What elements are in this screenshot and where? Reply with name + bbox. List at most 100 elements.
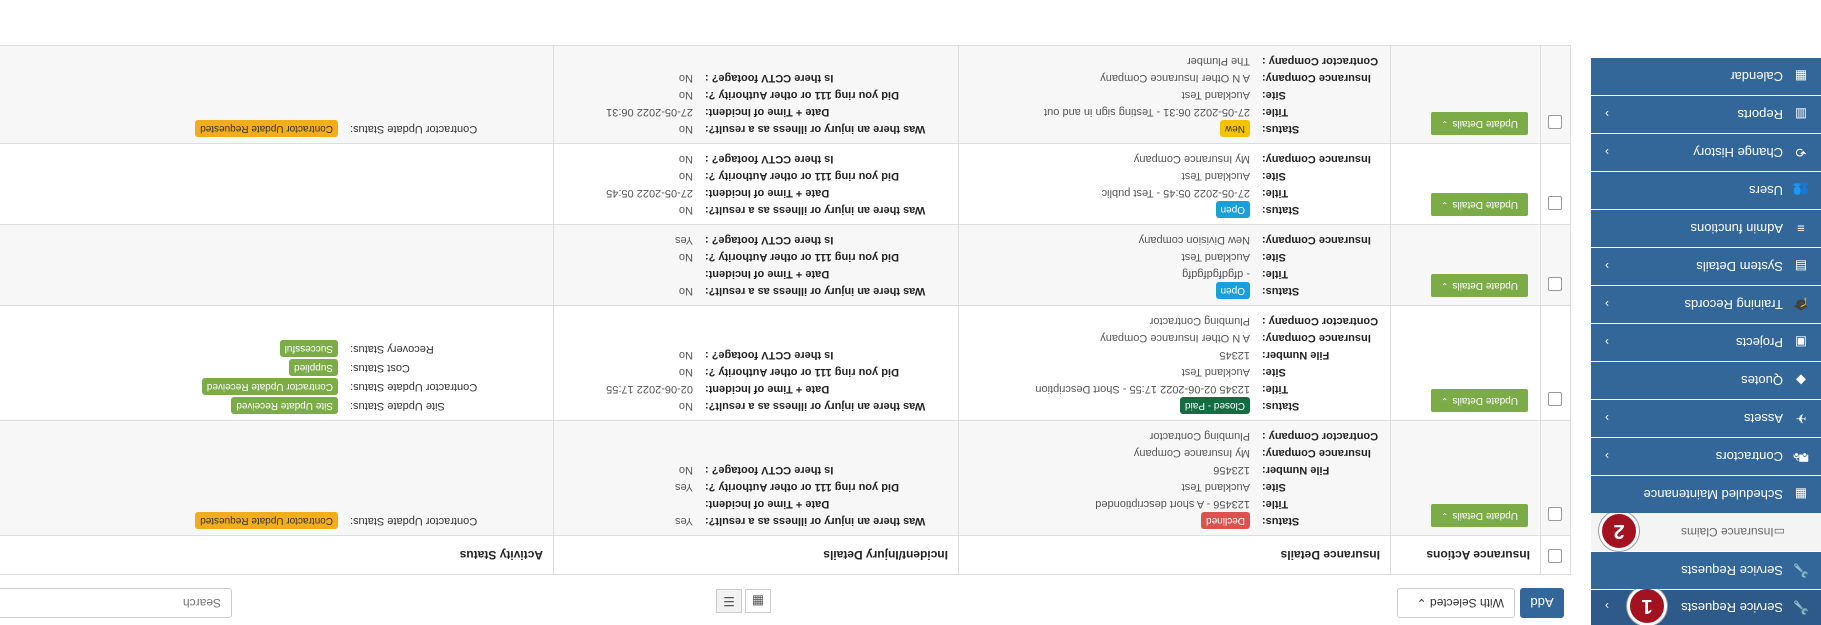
tag-icon: ◆ <box>1796 373 1806 389</box>
status-label: Status: <box>1262 515 1300 527</box>
update-details-label: Update Details <box>1452 510 1518 521</box>
sidebar-item-training-records[interactable]: 🎓 Training Records › <box>1591 285 1821 323</box>
chevron-right-icon[interactable]: › <box>1605 587 1609 625</box>
sidebar-item-reports[interactable]: ▥ Reports › <box>1591 95 1821 133</box>
with-selected-dropdown[interactable]: With Selected ⌄ <box>1397 588 1515 618</box>
chevron-right-icon[interactable]: › <box>1605 323 1609 361</box>
wrench-icon: 🔧 <box>1792 563 1810 579</box>
update-details-button[interactable]: Update Details⌄ <box>1430 389 1528 412</box>
activity-status: Contractor Update Status: Contractor Upda… <box>0 112 553 143</box>
incident-label: Was there an injury or illness as a resu… <box>705 285 926 297</box>
sidebar-item-service-requests[interactable]: 🔧 Service Requests <box>1591 551 1821 589</box>
search-field[interactable]: ⌄ <box>0 588 232 618</box>
sidebar-item-projects[interactable]: ▣ Projects › <box>1591 323 1821 361</box>
incident-value: No <box>678 204 693 216</box>
step-marker-badge: 2 <box>1599 511 1639 551</box>
activity-label: Site Update Status: <box>350 400 445 412</box>
history-icon: ⟲ <box>1795 145 1807 161</box>
document-icon: ▭ <box>1773 525 1785 539</box>
sidebar-item-label: Admin functions <box>1690 221 1784 236</box>
detail-label: Contractor Company : <box>1262 430 1379 442</box>
table-row[interactable]: Update Details⌄ Status: Open Title: 27-05-20… <box>0 143 1571 225</box>
chevron-right-icon[interactable]: › <box>1605 247 1609 285</box>
row-checkbox[interactable] <box>1548 507 1563 521</box>
sidebar-item-insurance-claims[interactable]: ▭ Insurance Claims 2 <box>1591 511 1821 551</box>
activity-label: Recovery Status: <box>350 343 434 355</box>
app-screen: 🔧 Service Requests › 1 🔧 Service Requests ▭ Ins… <box>0 0 1821 625</box>
select-all-checkbox[interactable] <box>1548 549 1563 564</box>
chevron-down-icon: ⌄ <box>1440 281 1449 291</box>
incident-value: No <box>678 153 693 165</box>
table-row[interactable]: Update Details⌄ Status: New Title: 27-05-202… <box>0 45 1571 144</box>
update-details-button[interactable]: Update Details⌄ <box>1430 193 1528 216</box>
status-badge: Closed - Paid <box>1179 397 1250 414</box>
detail-label: Site: <box>1262 170 1286 182</box>
add-button[interactable]: Add <box>1520 588 1564 618</box>
chevron-right-icon[interactable]: › <box>1605 285 1609 323</box>
row-checkbox[interactable] <box>1548 392 1563 406</box>
table-row[interactable]: Update Details⌄ Status: Open Title: - dfgdfg… <box>0 224 1571 306</box>
chevron-right-icon[interactable]: › <box>1605 133 1609 171</box>
wrench-icon: 🔧 <box>1792 600 1810 616</box>
update-details-button[interactable]: Update Details⌄ <box>1430 504 1528 527</box>
table-row[interactable]: Update Details⌄ Status: Declined Title: 1234… <box>0 420 1571 536</box>
incident-label: Did you ring 111 or other Authority ?: <box>705 366 899 378</box>
incident-label: Date + Time of Incident: <box>705 106 830 118</box>
detail-value: 27-05-2022 05:45 - Test public <box>1101 187 1250 199</box>
incident-label: Is there CCTV footage? : <box>705 464 834 476</box>
select-all-cell[interactable] <box>1540 535 1571 575</box>
plane-icon: ✈ <box>1795 411 1807 427</box>
status-label: Status: <box>1262 123 1300 135</box>
sidebar-item-service-requests[interactable]: 🔧 Service Requests › 1 <box>1591 586 1821 625</box>
detail-value: 12345 <box>1219 349 1250 361</box>
incident-value: No <box>678 349 693 361</box>
incident-value: No <box>678 170 693 182</box>
chevron-down-icon: ⌄ <box>1440 396 1449 406</box>
incident-label: Did you ring 111 or other Authority ?: <box>705 251 899 263</box>
grid-view-icon[interactable]: ▦ <box>745 589 771 613</box>
chevron-right-icon[interactable]: › <box>1605 95 1609 133</box>
sidebar-item-scheduled-maintenance[interactable]: ▦ Scheduled Maintenance <box>1591 475 1821 513</box>
row-checkbox[interactable] <box>1548 277 1563 291</box>
header-incident: Incident/Injury Details <box>553 535 959 575</box>
detail-label: Insurance Company: <box>1262 72 1371 84</box>
update-details-button[interactable]: Update Details⌄ <box>1430 112 1528 135</box>
step-marker-badge: 1 <box>1627 586 1667 625</box>
detail-label: Title: <box>1262 383 1289 395</box>
chevron-right-icon[interactable]: › <box>1605 437 1609 475</box>
row-checkbox[interactable] <box>1548 196 1563 210</box>
activity-badge: Contractor Update Requested <box>195 120 338 137</box>
incident-label: Was there an injury or illness as a resu… <box>705 204 926 216</box>
row-checkbox[interactable] <box>1548 115 1563 129</box>
sidebar-item-assets[interactable]: ✈ Assets › <box>1591 399 1821 437</box>
insurance-details: Status: Open Title: - dfgdfgdfgdfg Site: Auck… <box>959 225 1390 305</box>
search-input[interactable] <box>19 589 223 617</box>
table-row[interactable]: Update Details⌄ Status: Closed - Paid Title… <box>0 305 1571 421</box>
incident-value: No <box>678 89 693 101</box>
sidebar-item-label: Calendar <box>1730 69 1783 84</box>
sidebar-item-calendar[interactable]: ▦ Calendar <box>1591 57 1821 95</box>
detail-label: File Number: <box>1262 349 1330 361</box>
truck-icon: ⛟ <box>1792 450 1810 466</box>
sidebar-item-quotes[interactable]: ◆ Quotes <box>1591 361 1821 399</box>
sidebar-item-contractors[interactable]: ⛟ Contractors › <box>1591 437 1821 475</box>
incident-value: Yes <box>675 515 693 527</box>
sidebar-item-label: Projects <box>1736 335 1783 350</box>
update-details-button[interactable]: Update Details⌄ <box>1430 274 1528 297</box>
calendar-grid-icon: ▦ <box>1794 487 1808 503</box>
incident-label: Date + Time of Incident: <box>705 498 830 510</box>
activity-status: Contractor Update Status: Contractor Upda… <box>0 504 553 535</box>
incident-label: Did you ring 111 or other Authority ?: <box>705 89 899 101</box>
insurance-details: Status: Declined Title: 123456 - A short de… <box>959 421 1390 535</box>
sidebar-item-users[interactable]: 👥 Users <box>1591 171 1821 209</box>
list-view-icon[interactable]: ☰ <box>716 589 742 613</box>
sidebar-item-admin-functions[interactable]: ≡ Admin functions <box>1591 209 1821 247</box>
sidebar-item-label: Service Requests <box>1681 563 1783 578</box>
bar-chart-icon: ▥ <box>1794 107 1808 123</box>
sidebar-item-label: Insurance Claims <box>1680 525 1774 539</box>
incident-label: Is there CCTV footage? : <box>705 234 834 246</box>
sidebar-item-system-details[interactable]: ▤ System Details › <box>1591 247 1821 285</box>
chevron-right-icon[interactable]: › <box>1605 399 1609 437</box>
sidebar-item-change-history[interactable]: ⟲ Change History › <box>1591 133 1821 171</box>
insurance-details: Status: New Title: 27-05-2022 06:31 - Testi… <box>959 46 1390 143</box>
